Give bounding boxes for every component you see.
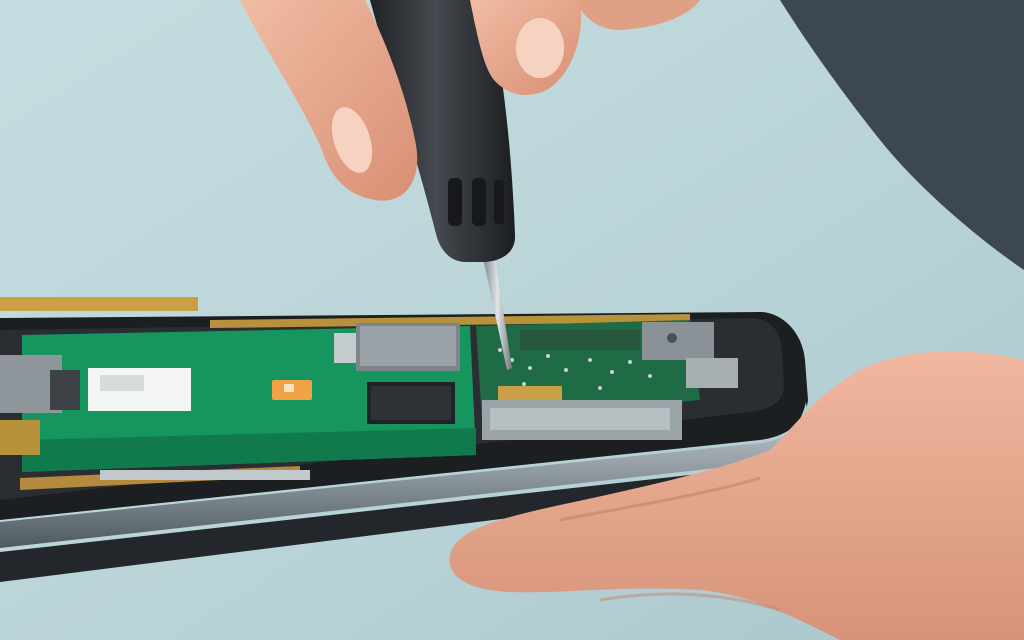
orange-pad-core — [284, 384, 294, 392]
index-nail — [516, 18, 564, 78]
photo-scene — [0, 0, 1024, 640]
camera-hole — [667, 333, 677, 343]
screwdriver-grip-3 — [494, 180, 504, 224]
side-chip — [50, 370, 80, 410]
small-connector — [334, 333, 356, 363]
lower-metal — [100, 470, 310, 480]
flex-strip — [0, 297, 198, 311]
metal-bracket-inner — [490, 408, 670, 430]
screwdriver-grip-2 — [472, 178, 486, 226]
left-flex — [0, 420, 40, 455]
screwdriver-grip-1 — [448, 178, 462, 226]
camera-module — [642, 322, 714, 360]
shield-chip-top — [360, 326, 456, 366]
black-chip-frame — [371, 386, 451, 420]
sticker-logo — [100, 375, 144, 391]
ribbon-connector — [520, 330, 640, 350]
speaker-module — [686, 358, 738, 388]
